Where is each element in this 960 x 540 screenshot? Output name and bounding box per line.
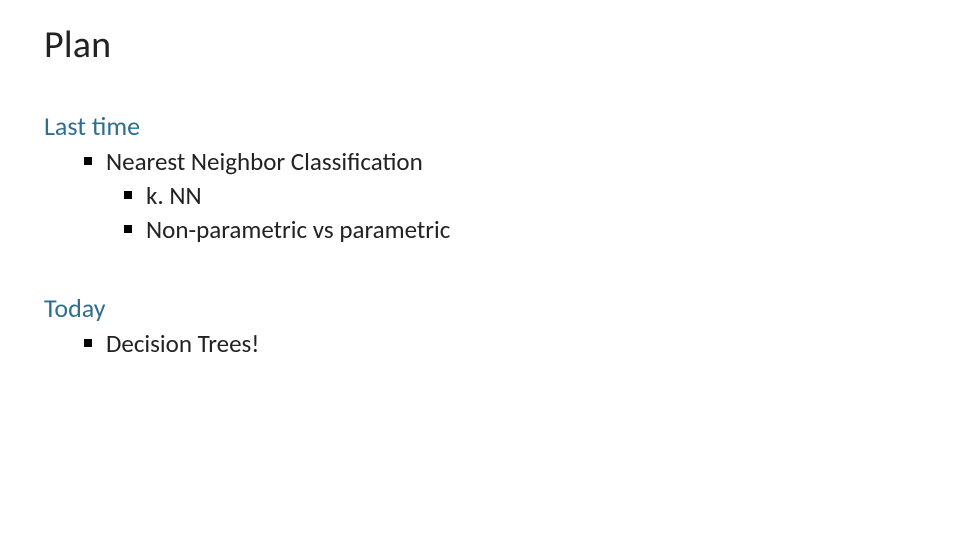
bullet-square-icon [124,225,132,233]
list-item: Decision Trees! [44,328,916,360]
bullet-list-today: Decision Trees! [44,328,916,360]
bullet-text: k. NN [146,180,202,212]
bullet-square-icon [84,339,92,347]
slide: Plan Last time Nearest Neighbor Classifi… [0,0,960,360]
section-label-last-time: Last time [44,110,916,142]
bullet-text: Decision Trees! [106,328,259,360]
spacer [44,248,916,292]
bullet-square-icon [124,191,132,199]
bullet-list-last-time: Nearest Neighbor Classification k. NN No… [44,146,916,246]
list-item: k. NN [44,180,916,212]
slide-title: Plan [44,22,916,68]
bullet-square-icon [84,157,92,165]
list-item: Nearest Neighbor Classification [44,146,916,178]
list-item: Non-parametric vs parametric [44,214,916,246]
bullet-text: Non-parametric vs parametric [146,214,450,246]
bullet-text: Nearest Neighbor Classification [106,146,423,178]
section-label-today: Today [44,292,916,324]
